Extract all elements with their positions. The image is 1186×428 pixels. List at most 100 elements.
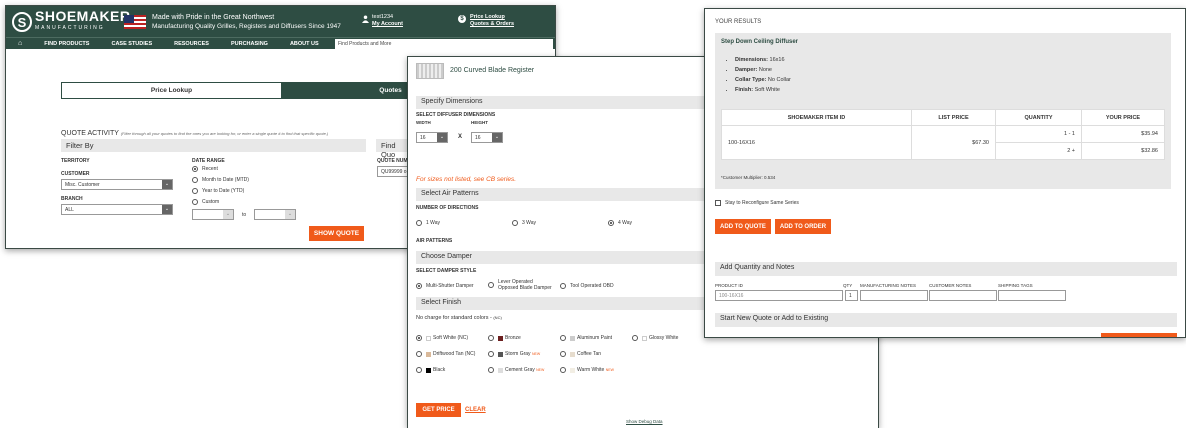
finish-bronze[interactable]: Bronze	[488, 335, 521, 341]
height-select[interactable]: 16 ⌄	[471, 132, 503, 143]
date-mtd-radio[interactable]: Month to Date (MTD)	[192, 177, 249, 183]
branch-select[interactable]: ALL ⌄	[61, 204, 173, 215]
col-header: QUANTITY	[995, 109, 1082, 126]
col-header: LIST PRICE	[911, 109, 996, 126]
quotes-orders-link[interactable]: Quotes & Orders	[470, 21, 514, 27]
date-from-input[interactable]: ⌄	[192, 209, 234, 220]
finish-label: Glossy White	[649, 335, 679, 341]
finish-storm-gray[interactable]: Storm Gray NEW	[488, 351, 540, 357]
swatch-icon	[426, 351, 431, 357]
finish-glossy-white[interactable]: Glossy White	[632, 335, 678, 341]
filter-by-header: Filter By	[61, 139, 366, 152]
price-lookup-link[interactable]: Price Lookup	[470, 14, 505, 20]
tab-price-lookup[interactable]: Price Lookup	[62, 83, 281, 98]
swatch-icon	[498, 335, 503, 341]
show-quote-button[interactable]: SHOW QUOTE	[309, 226, 364, 241]
damper-multishutter-radio[interactable]: Multi-Shutter Damper	[416, 283, 474, 289]
chevron-down-icon: ⌄	[492, 133, 502, 142]
swatch-icon	[570, 351, 575, 357]
height-label: HEIGHT	[471, 120, 489, 125]
chevron-down-icon: ⌄	[162, 205, 172, 214]
radio-icon	[192, 166, 198, 172]
width-select[interactable]: 16 ⌄	[416, 132, 448, 143]
way-3-radio[interactable]: 3 Way	[512, 220, 536, 226]
list-price-cell: $67.30	[911, 125, 996, 160]
finish-coffee-tan[interactable]: Coffee Tan	[560, 351, 601, 357]
qty-field[interactable]: 1	[845, 290, 858, 301]
start-quote-button[interactable]	[1101, 333, 1177, 337]
customer-select[interactable]: Misc. Customer ⌄	[61, 179, 173, 190]
damper-label: Tool Operated OBD	[570, 283, 614, 289]
finish-soft-white[interactable]: Soft White (NC)	[416, 335, 468, 341]
nav-about-us[interactable]: ABOUT US	[290, 41, 319, 47]
radio-icon	[488, 282, 494, 288]
add-qty-header: Add Quantity and Notes	[715, 262, 1177, 276]
finish-driftwood-tan[interactable]: Driftwood Tan (NC)	[416, 351, 475, 357]
radio-icon	[488, 335, 494, 341]
customer-label: CUSTOMER	[61, 171, 90, 177]
start-new-header: Start New Quote or Add to Existing	[715, 313, 1177, 327]
swatch-icon	[570, 335, 575, 341]
finish-warm-white[interactable]: Warm White NEW	[560, 367, 614, 373]
damper-label: Opposed Blade Damper	[498, 285, 552, 291]
mfg-notes-field[interactable]	[860, 290, 928, 301]
item-id-cell: 100-16X16	[721, 125, 912, 160]
damper-tool-radio[interactable]: Tool Operated OBD	[560, 283, 614, 289]
us-flag-icon	[124, 15, 146, 29]
swatch-icon	[570, 367, 575, 373]
times-sign: X	[458, 134, 463, 140]
search-input[interactable]: Find Products and More	[335, 38, 553, 49]
stay-checkbox[interactable]: Stay to Reconfigure Same Series	[715, 200, 799, 206]
product-id-field[interactable]: 100-16X16	[715, 290, 843, 301]
qty-cell: 2 +	[995, 142, 1082, 160]
chevron-down-icon: ⌄	[223, 210, 233, 219]
nav-purchasing[interactable]: PURCHASING	[231, 41, 268, 47]
add-to-quote-button[interactable]: ADD TO QUOTE	[715, 219, 771, 234]
shipping-tags-field[interactable]	[998, 290, 1066, 301]
new-badge: NEW	[531, 352, 541, 356]
date-custom-radio[interactable]: Custom	[192, 199, 219, 205]
your-results-label: YOUR RESULTS	[715, 19, 762, 25]
nav-case-studies[interactable]: CASE STUDIES	[111, 41, 152, 47]
chevron-down-icon: ⌄	[285, 210, 295, 219]
my-account-link[interactable]: My Account	[372, 21, 403, 27]
clear-link[interactable]: CLEAR	[465, 407, 486, 413]
date-range-label: DATE RANGE	[192, 158, 225, 164]
nav-find-products[interactable]: FIND PRODUCTS	[44, 41, 89, 47]
finish-black[interactable]: Black	[416, 367, 445, 373]
no-charge-text: No charge for standard colors -	[416, 315, 494, 321]
get-price-button[interactable]: GET PRICE	[416, 403, 461, 417]
date-ytd-radio[interactable]: Year to Date (YTD)	[192, 188, 244, 194]
table-header-row: SHOEMAKER ITEM ID LIST PRICE QUANTITY YO…	[721, 109, 1165, 126]
radio-icon	[192, 177, 198, 183]
air-patterns-label: AIR PATTERNS	[416, 238, 453, 244]
way-label: 3 Way	[522, 220, 536, 226]
finish-cement-gray[interactable]: Cement Gray NEW	[488, 367, 544, 373]
way-1-radio[interactable]: 1 Way	[416, 220, 440, 226]
damper-label: Multi-Shutter Damper	[426, 283, 474, 289]
finish-label: Coffee Tan	[577, 351, 602, 357]
shoemaker-logo[interactable]: S SHOEMAKER MANUFACTURING	[12, 9, 131, 32]
add-to-order-button[interactable]: ADD TO ORDER	[775, 219, 831, 234]
damper-lever-radio[interactable]: Lever Operated Opposed Blade Damper	[488, 279, 552, 291]
home-icon[interactable]: ⌂	[18, 40, 22, 47]
price-lookup-area[interactable]: $ Price Lookup Quotes & Orders	[458, 14, 514, 28]
way-4-radio[interactable]: 4 Way	[608, 220, 632, 226]
damper-style-label: SELECT DAMPER STYLE	[416, 268, 477, 274]
radio-icon	[416, 367, 422, 373]
swatch-icon	[498, 351, 503, 357]
customer-notes-field[interactable]	[929, 290, 997, 301]
nav-resources[interactable]: RESOURCES	[174, 41, 209, 47]
branch-value: ALL	[65, 207, 74, 213]
finish-aluminum[interactable]: Aluminum Paint	[560, 335, 612, 341]
date-recent-radio[interactable]: Recent	[192, 166, 218, 172]
customer-value: Misc. Customer	[65, 182, 100, 188]
product-title: 200 Curved Blade Register	[450, 67, 535, 74]
date-to-input[interactable]: ⌄	[254, 209, 296, 220]
debug-link[interactable]: Show Debug Data	[626, 419, 663, 424]
finish-label: Storm Gray	[505, 351, 531, 357]
account-area[interactable]: test1234 My Account	[362, 14, 403, 28]
col-qty: QTY	[843, 283, 853, 288]
pride-line1: Made with Pride in the Great Northwest	[152, 14, 275, 21]
width-value: 16	[420, 135, 426, 141]
